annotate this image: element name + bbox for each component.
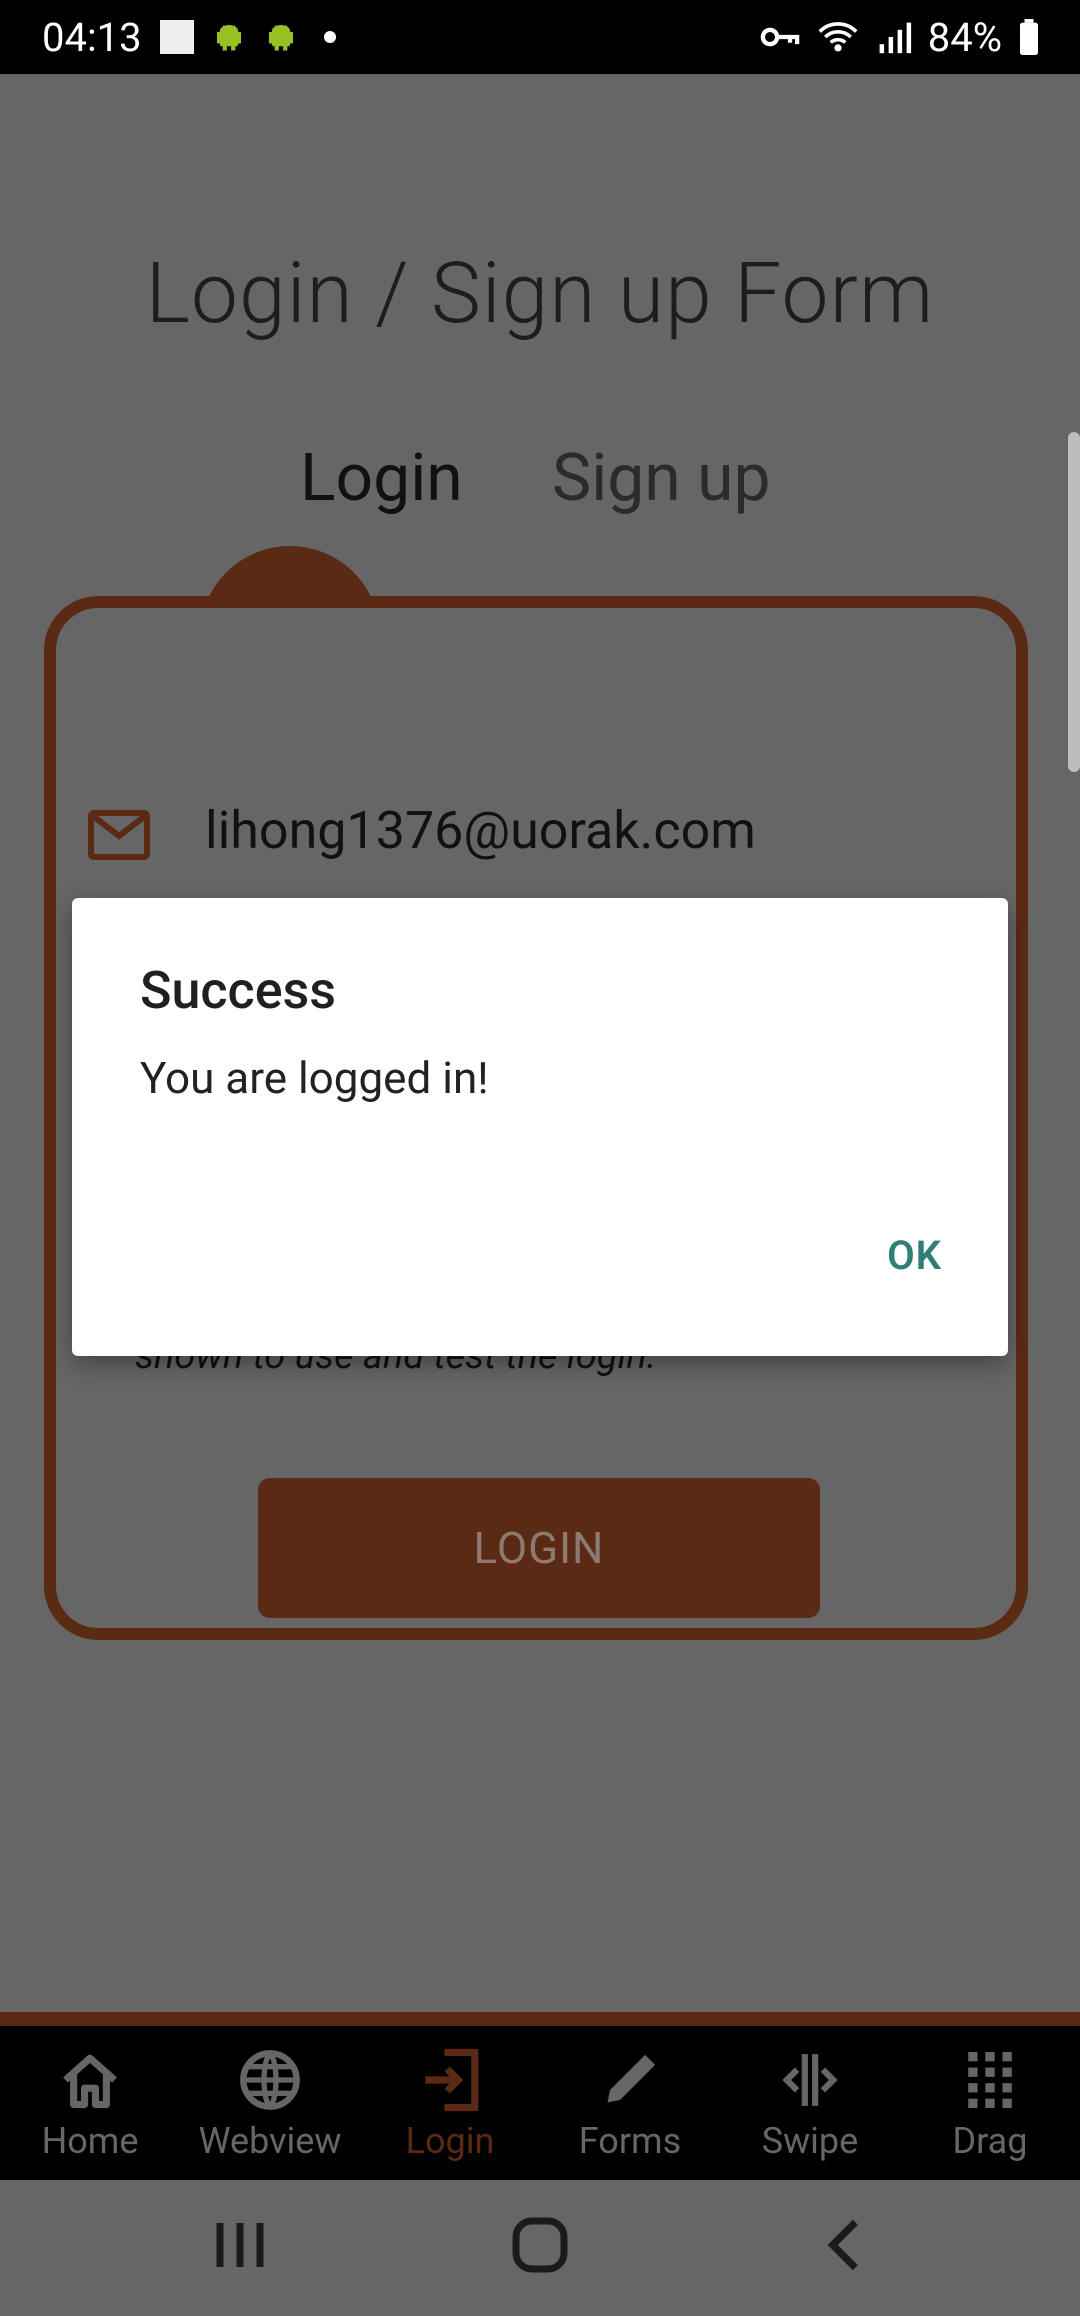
nav-label-login: Login — [405, 2120, 495, 2162]
key-icon — [760, 27, 800, 47]
nav-label-home: Home — [41, 2120, 139, 2162]
globe-icon — [240, 2050, 300, 2110]
nav-item-login[interactable]: Login — [360, 2026, 540, 2180]
nav-item-swipe[interactable]: Swipe — [720, 2026, 900, 2180]
pencil-icon — [607, 2054, 656, 2103]
dialog-message: You are logged in! — [140, 1052, 489, 1104]
status-right: 84% — [760, 0, 1040, 74]
bottom-nav: Home Webview Login Forms Swipe Drag — [0, 2026, 1080, 2180]
login-button[interactable]: LOGIN — [258, 1478, 820, 1618]
bottom-nav-accent — [0, 2012, 1080, 2026]
swipe-icon — [782, 2054, 838, 2106]
status-bar: 04:13 84% — [0, 0, 1080, 74]
android-icon — [216, 25, 241, 51]
clock: 04:13 — [42, 13, 142, 61]
nav-label-forms: Forms — [578, 2120, 682, 2162]
android-icon — [268, 25, 293, 51]
battery-percent: 84% — [927, 13, 1002, 61]
wifi-icon — [818, 22, 858, 52]
battery-icon — [1020, 19, 1038, 55]
mail-icon — [88, 810, 150, 860]
nav-item-home[interactable]: Home — [0, 2026, 180, 2180]
back-icon[interactable] — [818, 2210, 868, 2280]
nav-item-webview[interactable]: Webview — [180, 2026, 360, 2180]
success-dialog: Success You are logged in! OK — [72, 898, 1008, 1356]
email-input[interactable]: lihong1376@uorak.com — [205, 800, 756, 861]
login-icon — [425, 2048, 479, 2112]
nav-item-drag[interactable]: Drag — [900, 2026, 1080, 2180]
system-nav-bar — [0, 2180, 1080, 2316]
dialog-title: Success — [140, 960, 337, 1021]
page-title: Login / Sign up Form — [145, 244, 935, 343]
signal-icon — [879, 22, 911, 54]
nav-label-swipe: Swipe — [761, 2120, 859, 2162]
nav-label-webview: Webview — [198, 2120, 342, 2162]
tab-login[interactable]: Login — [300, 440, 463, 517]
recents-icon[interactable] — [210, 2210, 270, 2280]
status-left: 04:13 — [42, 0, 336, 74]
scrollbar[interactable] — [1068, 432, 1080, 772]
ok-button[interactable]: OK — [877, 1224, 952, 1287]
home-icon — [63, 2054, 117, 2109]
nav-item-forms[interactable]: Forms — [540, 2026, 720, 2180]
square-icon — [159, 20, 194, 54]
grid-icon — [968, 2052, 1012, 2108]
home-button-icon[interactable] — [508, 2210, 572, 2280]
tab-signup[interactable]: Sign up — [552, 440, 771, 517]
dot-icon — [323, 31, 336, 43]
nav-label-drag: Drag — [952, 2120, 1028, 2162]
